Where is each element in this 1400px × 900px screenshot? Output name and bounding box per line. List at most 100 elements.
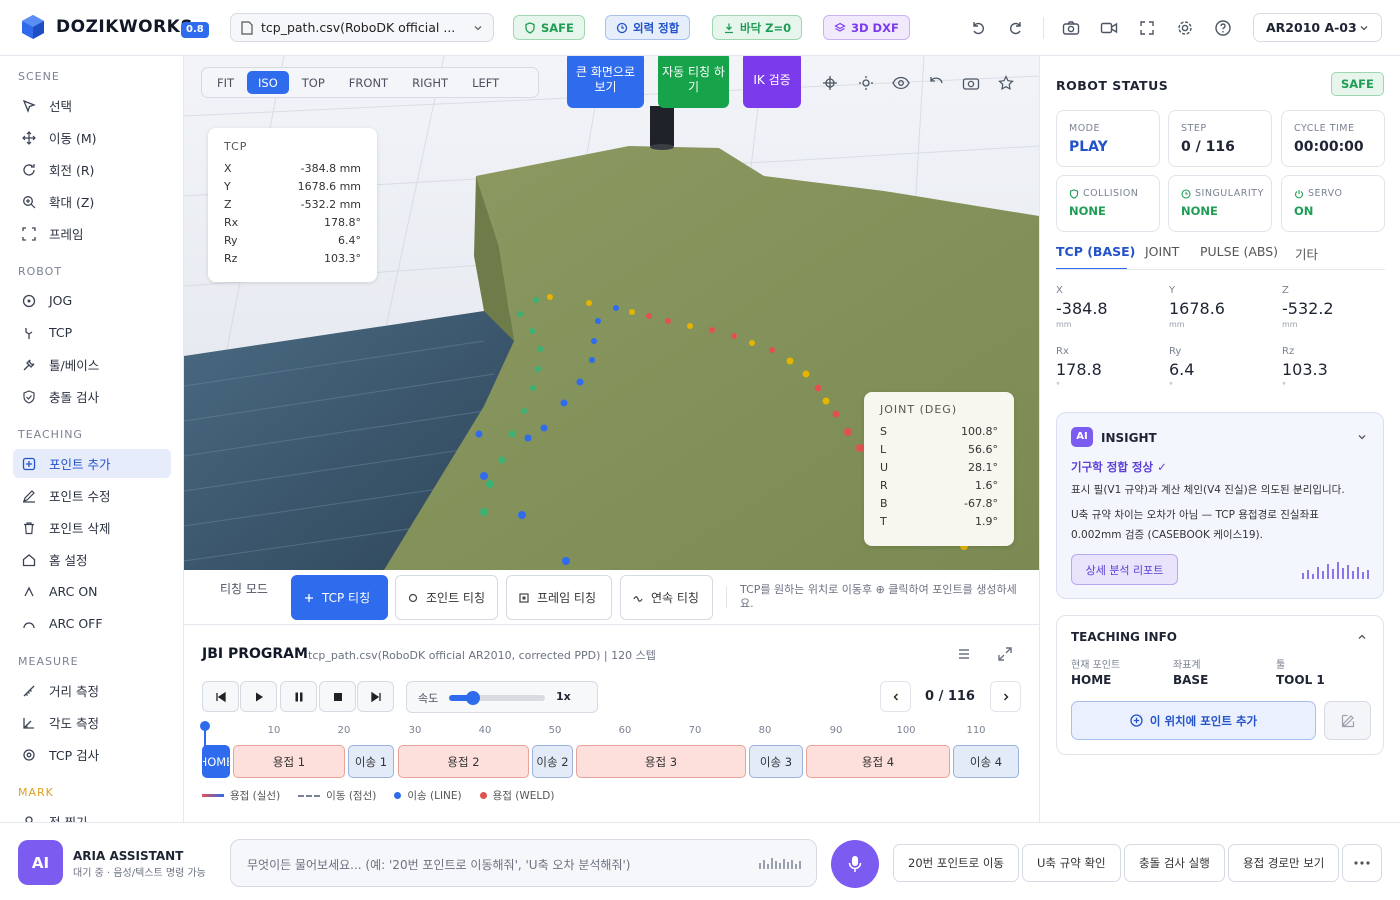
add-point-here-button[interactable]: 이 위치에 포인트 추가 (1071, 701, 1316, 740)
tool-value: TOOL 1 (1276, 673, 1325, 687)
more-icon[interactable] (1342, 844, 1382, 882)
floor-z-chip[interactable]: 바닥 Z=0 (712, 15, 803, 40)
file-name: tcp_path.csv(RoboDK official ... (261, 20, 456, 35)
joint-teach-button[interactable]: 조인트 티칭 (395, 575, 498, 620)
sidebar-item-delete-point[interactable]: 포인트 삭제 (13, 513, 171, 542)
tcp-row: X -384.8 mm (224, 161, 361, 175)
list-icon[interactable] (956, 646, 972, 662)
speed-slider-handle[interactable] (466, 691, 480, 705)
sidebar-item-edit-point[interactable]: 포인트 수정 (13, 481, 171, 510)
sidebar-item-mark-point[interactable]: 점 찍기 (13, 807, 171, 822)
segment-weld-4[interactable]: 용접 4 (806, 745, 950, 778)
segment-weld-1[interactable]: 용접 1 (233, 745, 345, 778)
auto-teach-button[interactable]: 자동 티칭 하기 (658, 56, 729, 108)
quick-action-button[interactable]: 20번 포인트로 이동 (893, 844, 1020, 882)
skip-end-button[interactable] (357, 681, 394, 712)
tab-joint[interactable]: JOINT (1145, 244, 1179, 259)
view-top-button[interactable]: TOP (291, 71, 336, 94)
segment-home[interactable]: HOME (202, 745, 230, 778)
chevron-up-icon[interactable] (1357, 632, 1367, 642)
waveform-icon (1302, 562, 1369, 579)
segment-transfer-4[interactable]: 이송 4 (953, 745, 1019, 778)
safe-chip[interactable]: SAFE (513, 15, 585, 40)
dxf-chip[interactable]: 3D DXF (823, 15, 910, 40)
star-icon[interactable] (996, 73, 1016, 93)
3d-viewport[interactable]: FIT ISO TOP FRONT RIGHT LEFT 큰 화면으로 보기 자… (184, 56, 1039, 570)
sidebar-item-distance[interactable]: 거리 측정 (13, 676, 171, 705)
sidebar-item-zoom[interactable]: 확대 (Z) (13, 187, 171, 216)
sidebar-item-arc-on[interactable]: ARC ON (13, 577, 171, 606)
frame-teach-button[interactable]: 프레임 티칭 (506, 575, 612, 620)
chevron-down-icon[interactable] (1357, 432, 1367, 442)
reset-view-icon[interactable] (926, 73, 946, 93)
robot-selector[interactable]: AR2010 A-03 (1253, 13, 1382, 42)
tcp-teach-button[interactable]: TCP 티칭 (291, 575, 388, 620)
file-selector[interactable]: tcp_path.csv(RoboDK official ... (230, 13, 494, 42)
playhead-line (204, 730, 206, 746)
joint-row: U 28.1° (880, 460, 998, 474)
sidebar-item-tcp[interactable]: TCP (13, 318, 171, 347)
eye-icon[interactable] (891, 73, 911, 93)
sidebar-item-arc-off[interactable]: ARC OFF (13, 609, 171, 638)
continuous-teach-button[interactable]: 연속 티칭 (620, 575, 713, 620)
tcp-row: Ry 6.4° (224, 233, 361, 247)
quick-action-button[interactable]: 충돌 검사 실행 (1124, 844, 1225, 882)
stop-button[interactable] (319, 681, 356, 712)
home-icon (21, 552, 37, 568)
help-icon[interactable] (1211, 16, 1235, 40)
next-step-button[interactable] (990, 681, 1021, 712)
crosshair-icon[interactable] (820, 73, 840, 93)
sidebar-item-rotate[interactable]: 회전 (R) (13, 155, 171, 184)
sidebar-item-frame[interactable]: 프레임 (13, 219, 171, 248)
tab-pulse[interactable]: PULSE (ABS) (1200, 244, 1278, 259)
speed-slider[interactable] (449, 691, 545, 705)
tab-tcp-base[interactable]: TCP (BASE) (1056, 244, 1135, 259)
teach-hint: TCP를 원하는 위치로 이동후 ⊕ 클릭하여 포인트를 생성하세요. (740, 583, 1017, 610)
sidebar-item-add-point[interactable]: 포인트 추가 (13, 449, 171, 478)
sidebar-item-tcp-check[interactable]: TCP 검사 (13, 740, 171, 769)
view-iso-button[interactable]: ISO (247, 71, 289, 94)
gear-icon[interactable] (1173, 16, 1197, 40)
segment-transfer-2[interactable]: 이송 2 (532, 745, 573, 778)
view-front-button[interactable]: FRONT (338, 71, 399, 94)
sidebar-item-tool-base[interactable]: 툴/베이스 (13, 350, 171, 379)
assistant-input[interactable]: 무엇이든 물어보세요... (예: '20번 포인트로 이동해줘', 'U축 오… (230, 839, 817, 887)
sidebar-item-angle[interactable]: 각도 측정 (13, 708, 171, 737)
prev-step-button[interactable] (880, 681, 911, 712)
sidebar-item-jog[interactable]: JOG (13, 286, 171, 315)
snapshot-icon[interactable] (961, 73, 981, 93)
sidebar-item-set-home[interactable]: 홈 설정 (13, 545, 171, 574)
sidebar-item-move[interactable]: 이동 (M) (13, 123, 171, 152)
view-switcher: FIT ISO TOP FRONT RIGHT LEFT (201, 67, 539, 98)
quick-action-button[interactable]: 용접 경로만 보기 (1228, 844, 1340, 882)
skip-start-button[interactable] (202, 681, 239, 712)
force-match-chip[interactable]: 외력 정합 (605, 15, 691, 40)
jbi-program-panel: JBI PROGRAM tcp_path.csv(RoboDK official… (184, 626, 1039, 823)
edit-point-button[interactable] (1324, 701, 1371, 740)
camera-icon[interactable] (1059, 16, 1083, 40)
video-icon[interactable] (1097, 16, 1121, 40)
tab-etc[interactable]: 기타 (1295, 244, 1318, 263)
view-right-button[interactable]: RIGHT (401, 71, 459, 94)
microphone-button[interactable] (831, 840, 879, 888)
segment-transfer-1[interactable]: 이송 1 (348, 745, 394, 778)
quick-action-button[interactable]: U축 규약 확인 (1022, 844, 1121, 882)
fullscreen-icon[interactable] (1135, 16, 1159, 40)
segment-transfer-3[interactable]: 이송 3 (749, 745, 803, 778)
sun-icon[interactable] (856, 73, 876, 93)
expand-icon[interactable] (997, 646, 1013, 662)
segment-weld-2[interactable]: 용접 2 (398, 745, 529, 778)
pause-button[interactable] (280, 681, 317, 712)
redo-icon[interactable] (1004, 16, 1028, 40)
big-screen-button[interactable]: 큰 화면으로 보기 (567, 56, 644, 108)
sidebar-item-select[interactable]: 선택 (13, 91, 171, 120)
sidebar-item-collision[interactable]: 충돌 검사 (13, 382, 171, 411)
undo-icon[interactable] (966, 16, 990, 40)
ik-verify-button[interactable]: IK 검증 (743, 56, 801, 108)
view-left-button[interactable]: LEFT (461, 71, 510, 94)
timeline-tick: 30 (408, 725, 422, 736)
analysis-report-button[interactable]: 상세 분석 리포트 (1071, 554, 1178, 585)
view-fit-button[interactable]: FIT (206, 71, 245, 94)
play-button[interactable] (240, 681, 277, 712)
segment-weld-3[interactable]: 용접 3 (576, 745, 746, 778)
